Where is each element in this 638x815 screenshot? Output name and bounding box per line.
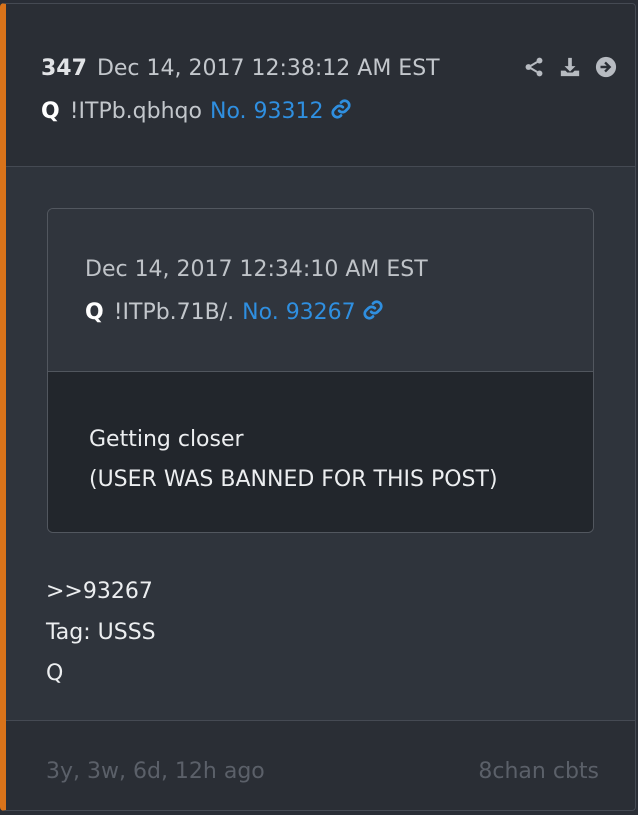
quoted-post-tripcode: !ITPb.71B/. <box>113 300 235 325</box>
post-body: >>93267 Tag: USSS Q <box>46 571 156 694</box>
post-header: 347 Dec 14, 2017 12:38:12 AM EST Q !ITPb.q… <box>6 4 635 167</box>
post-card: 347 Dec 14, 2017 12:38:12 AM EST Q !ITPb.q… <box>0 3 636 811</box>
post-source: 8chan cbts <box>478 759 599 784</box>
quoted-post-line: Getting closer <box>89 427 244 452</box>
post-meta: 347 Dec 14, 2017 12:38:12 AM EST <box>41 56 440 81</box>
arrow-circle-right-icon[interactable] <box>595 56 617 78</box>
post-number-link[interactable]: No. 93312 <box>210 99 352 124</box>
post-body-line: Tag: USSS <box>46 620 156 645</box>
quoted-post-text: Getting closer (USER WAS BANNED FOR THIS… <box>89 420 498 500</box>
quoted-post-body: Getting closer (USER WAS BANNED FOR THIS… <box>48 372 593 532</box>
quoted-post-header: Dec 14, 2017 12:34:10 AM EST Q !ITPb.71B/… <box>48 209 593 372</box>
quoted-post-line: (USER WAS BANNED FOR THIS POST) <box>89 467 498 492</box>
post-age: 3y, 3w, 6d, 12h ago <box>46 759 265 784</box>
download-icon[interactable] <box>559 56 581 78</box>
post-number-link-text[interactable]: No. 93312 <box>210 99 324 124</box>
quoted-post-author-line: Q !ITPb.71B/. No. 93267 <box>85 299 384 325</box>
link-icon[interactable] <box>330 98 352 120</box>
post-number: 347 <box>41 56 87 81</box>
share-icon[interactable] <box>523 56 545 78</box>
post-tripcode: !ITPb.qbhqo <box>69 99 202 124</box>
quoted-post-number-link[interactable]: No. 93267 <box>242 300 384 325</box>
post-author-line: Q !ITPb.qbhqo No. 93312 <box>41 98 352 124</box>
quoted-post-date: Dec 14, 2017 12:34:10 AM EST <box>85 257 428 282</box>
quoted-post-number-link-text[interactable]: No. 93267 <box>242 300 356 325</box>
post-footer: 3y, 3w, 6d, 12h ago 8chan cbts <box>6 720 635 810</box>
link-icon[interactable] <box>362 299 384 321</box>
post-date: Dec 14, 2017 12:38:12 AM EST <box>96 56 440 81</box>
quoted-post: Dec 14, 2017 12:34:10 AM EST Q !ITPb.71B/… <box>47 208 594 533</box>
post-body-reply-link[interactable]: >>93267 <box>46 571 156 612</box>
post-author: Q <box>41 99 60 124</box>
post-body-line: Q <box>46 661 64 686</box>
quoted-post-author: Q <box>85 300 104 325</box>
post-actions <box>523 56 617 78</box>
